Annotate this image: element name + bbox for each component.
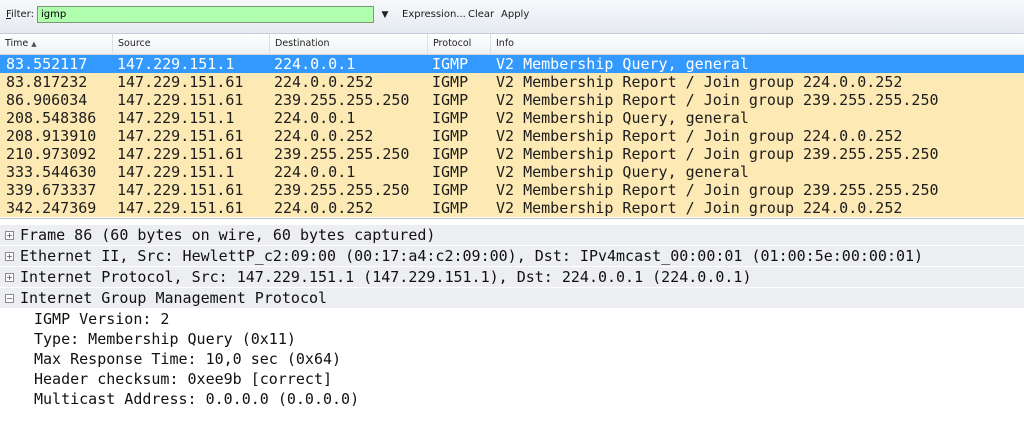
packet-row[interactable]: 208.548386 147.229.151.1 224.0.0.1 IGMP V2 M…	[0, 109, 1024, 127]
apply-button[interactable]: Apply	[501, 9, 529, 20]
tree-node-label: Ethernet II, Src: HewlettP_c2:09:00 (00:…	[20, 247, 924, 265]
expand-icon[interactable]: +	[5, 273, 14, 282]
cell-destination: 224.0.0.252	[274, 199, 374, 217]
packet-row[interactable]: 333.544630 147.229.151.1 224.0.0.1 IGMP V2 M…	[0, 163, 1024, 181]
cell-destination: 239.255.255.250	[274, 181, 410, 199]
filter-label: Filter:	[6, 9, 34, 20]
column-header-destination[interactable]: Destination	[270, 34, 428, 54]
cell-time: 83.552117	[6, 55, 88, 73]
tree-field-label: IGMP Version: 2	[34, 310, 170, 328]
cell-info: V2 Membership Report / Join group 224.0.…	[496, 199, 903, 217]
wireshark-window: Filter: ▼ Expression... Clear Apply Time…	[0, 0, 1024, 421]
tree-field-label: Max Response Time: 10,0 sec (0x64)	[34, 350, 342, 368]
cell-info: V2 Membership Report / Join group 239.25…	[496, 181, 939, 199]
packet-row[interactable]: 86.906034 147.229.151.61 239.255.255.250 IG…	[0, 91, 1024, 109]
cell-protocol: IGMP	[432, 55, 469, 73]
cell-destination: 239.255.255.250	[274, 145, 410, 163]
cell-info: V2 Membership Report / Join group 239.25…	[496, 145, 939, 163]
packet-row[interactable]: 339.673337 147.229.151.61 239.255.255.250 I…	[0, 181, 1024, 199]
expand-icon[interactable]: +	[5, 231, 14, 240]
cell-destination: 239.255.255.250	[274, 91, 410, 109]
clear-button[interactable]: Clear	[468, 9, 494, 20]
cell-source: 147.229.151.61	[117, 145, 244, 163]
filter-input[interactable]	[37, 6, 374, 23]
cell-info: V2 Membership Report / Join group 239.25…	[496, 91, 939, 109]
tree-field-label: Header checksum: 0xee9b [correct]	[34, 370, 333, 388]
cell-time: 86.906034	[6, 91, 88, 109]
cell-destination: 224.0.0.1	[274, 163, 356, 181]
cell-protocol: IGMP	[432, 73, 469, 91]
cell-time: 333.544630	[6, 163, 97, 181]
filter-toolbar: Filter: ▼ Expression... Clear Apply	[0, 0, 1024, 34]
cell-time: 339.673337	[6, 181, 97, 199]
tree-field-header-checksum[interactable]: Header checksum: 0xee9b [correct]	[0, 369, 1024, 389]
cell-info: V2 Membership Query, general	[496, 109, 749, 127]
cell-info: V2 Membership Query, general	[496, 55, 749, 73]
cell-source: 147.229.151.1	[117, 163, 235, 181]
cell-info: V2 Membership Report / Join group 224.0.…	[496, 73, 903, 91]
tree-field-label: Type: Membership Query (0x11)	[34, 330, 296, 348]
tree-field-label: Multicast Address: 0.0.0.0 (0.0.0.0)	[34, 390, 360, 408]
packet-row[interactable]: 210.973092 147.229.151.61 239.255.255.250 I…	[0, 145, 1024, 163]
packet-row[interactable]: 83.817232 147.229.151.61 224.0.0.252 IGMP V2…	[0, 73, 1024, 91]
expand-icon[interactable]: +	[5, 252, 14, 261]
cell-info: V2 Membership Report / Join group 224.0.…	[496, 127, 903, 145]
tree-node-frame[interactable]: + Frame 86 (60 bytes on wire, 60 bytes c…	[0, 225, 1024, 246]
column-header-row: Time ▲ Source Destination Protocol Info	[0, 34, 1024, 55]
cell-destination: 224.0.0.252	[274, 73, 374, 91]
cell-time: 210.973092	[6, 145, 97, 163]
cell-destination: 224.0.0.252	[274, 127, 374, 145]
column-header-time[interactable]: Time ▲	[0, 34, 113, 54]
column-header-protocol[interactable]: Protocol	[428, 34, 491, 54]
packet-details-tree: + Frame 86 (60 bytes on wire, 60 bytes c…	[0, 225, 1024, 421]
expression-button[interactable]: Expression...	[402, 9, 466, 20]
cell-source: 147.229.151.1	[117, 55, 235, 73]
cell-protocol: IGMP	[432, 127, 469, 145]
cell-protocol: IGMP	[432, 109, 469, 127]
tree-node-ip[interactable]: + Internet Protocol, Src: 147.229.151.1 …	[0, 267, 1024, 288]
tree-node-label: Frame 86 (60 bytes on wire, 60 bytes cap…	[20, 226, 436, 244]
tree-node-ethernet[interactable]: + Ethernet II, Src: HewlettP_c2:09:00 (0…	[0, 246, 1024, 267]
cell-source: 147.229.151.1	[117, 109, 235, 127]
cell-protocol: IGMP	[432, 91, 469, 109]
cell-source: 147.229.151.61	[117, 127, 244, 145]
cell-protocol: IGMP	[432, 181, 469, 199]
cell-source: 147.229.151.61	[117, 199, 244, 217]
filter-dropdown-icon[interactable]: ▼	[376, 6, 394, 23]
cell-source: 147.229.151.61	[117, 73, 244, 91]
tree-field-igmp-version[interactable]: IGMP Version: 2	[0, 309, 1024, 329]
collapse-icon[interactable]: −	[5, 294, 14, 303]
cell-protocol: IGMP	[432, 163, 469, 181]
cell-protocol: IGMP	[432, 145, 469, 163]
column-header-source[interactable]: Source	[113, 34, 270, 54]
column-header-info[interactable]: Info	[491, 34, 1024, 54]
packet-row[interactable]: 342.247369 147.229.151.61 224.0.0.252 IGMP V…	[0, 199, 1024, 217]
cell-destination: 224.0.0.1	[274, 109, 356, 127]
cell-time: 208.913910	[6, 127, 97, 145]
cell-protocol: IGMP	[432, 199, 469, 217]
cell-time: 208.548386	[6, 109, 97, 127]
cell-time: 83.817232	[6, 73, 88, 91]
filter-label-rest: ilter:	[11, 9, 34, 20]
cell-destination: 224.0.0.1	[274, 55, 356, 73]
tree-node-label: Internet Protocol, Src: 147.229.151.1 (1…	[20, 268, 752, 286]
tree-field-type[interactable]: Type: Membership Query (0x11)	[0, 329, 1024, 349]
cell-info: V2 Membership Query, general	[496, 163, 749, 181]
tree-field-max-response-time[interactable]: Max Response Time: 10,0 sec (0x64)	[0, 349, 1024, 369]
packet-row[interactable]: 208.913910 147.229.151.61 224.0.0.252 IGMP V…	[0, 127, 1024, 145]
tree-node-igmp[interactable]: − Internet Group Management Protocol	[0, 288, 1024, 309]
cell-source: 147.229.151.61	[117, 91, 244, 109]
sort-ascending-icon: ▲	[31, 40, 37, 48]
tree-field-multicast-address[interactable]: Multicast Address: 0.0.0.0 (0.0.0.0)	[0, 389, 1024, 409]
packet-list: Time ▲ Source Destination Protocol Info 8…	[0, 34, 1024, 219]
column-header-time-label: Time	[5, 38, 29, 49]
packet-row[interactable]: 83.552117 147.229.151.1 224.0.0.1 IGMP V2 Me…	[0, 55, 1024, 73]
cell-source: 147.229.151.61	[117, 181, 244, 199]
packet-rows: 83.552117 147.229.151.1 224.0.0.1 IGMP V2 Me…	[0, 55, 1024, 217]
cell-time: 342.247369	[6, 199, 97, 217]
tree-node-label: Internet Group Management Protocol	[20, 289, 328, 307]
